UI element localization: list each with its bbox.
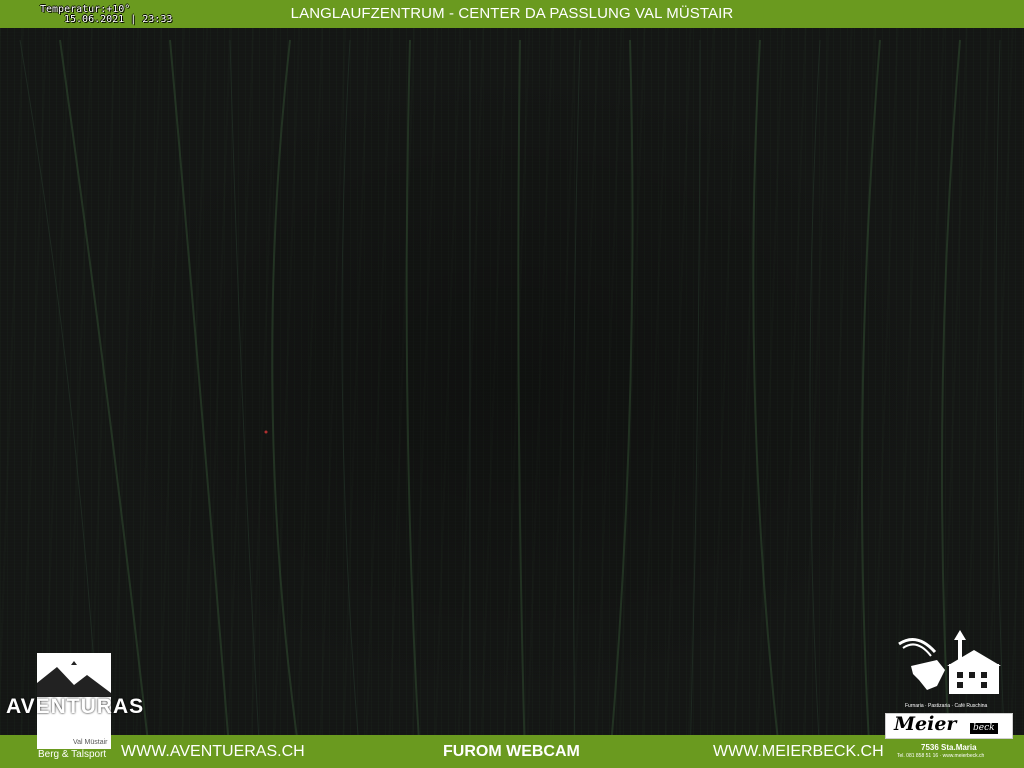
- camera-info-overlay: Temperatur:+10° 15.06.2021 | 23:33: [40, 5, 172, 25]
- meierbeck-logo-name: Meier: [894, 713, 957, 735]
- meierbeck-place: 7536 Sta.Maria: [921, 743, 977, 752]
- aventuras-logo-region: Val Müstair: [73, 739, 108, 746]
- meierbeck-contact: Tel. 081 858 51 16 · www.meierbeck.ch: [897, 753, 985, 759]
- aventuras-logo-tagline: Berg & Talsport: [38, 749, 107, 760]
- meierbeck-tagline: Furnaria · Pastizaria · Café Ruschina: [905, 703, 988, 709]
- timestamp: 15.06.2021 | 23:33: [64, 14, 173, 25]
- webcam-frame: LANGLAUFZENTRUM - CENTER DA PASSLUNG VAL…: [0, 0, 1024, 768]
- meierbeck-logo: Furnaria · Pastizaria · Café Ruschina Me…: [885, 625, 1020, 765]
- aventuras-logo: AVENTURAS Val Müstair Berg & Talsport: [0, 650, 150, 762]
- webcam-label: FUROM WEBCAM: [443, 743, 580, 760]
- webcam-night-image: [0, 0, 1024, 768]
- ibex-village-icon: [898, 630, 1001, 694]
- meierbeck-logo-box: Meier beck: [885, 713, 1013, 739]
- aventuras-logo-name: AVENTURAS: [6, 695, 145, 718]
- meierbeck-logo-suffix: beck: [970, 723, 998, 734]
- noise-streaks: [19, 39, 1006, 761]
- meierbeck-link[interactable]: WWW.MEIERBECK.CH: [713, 735, 884, 768]
